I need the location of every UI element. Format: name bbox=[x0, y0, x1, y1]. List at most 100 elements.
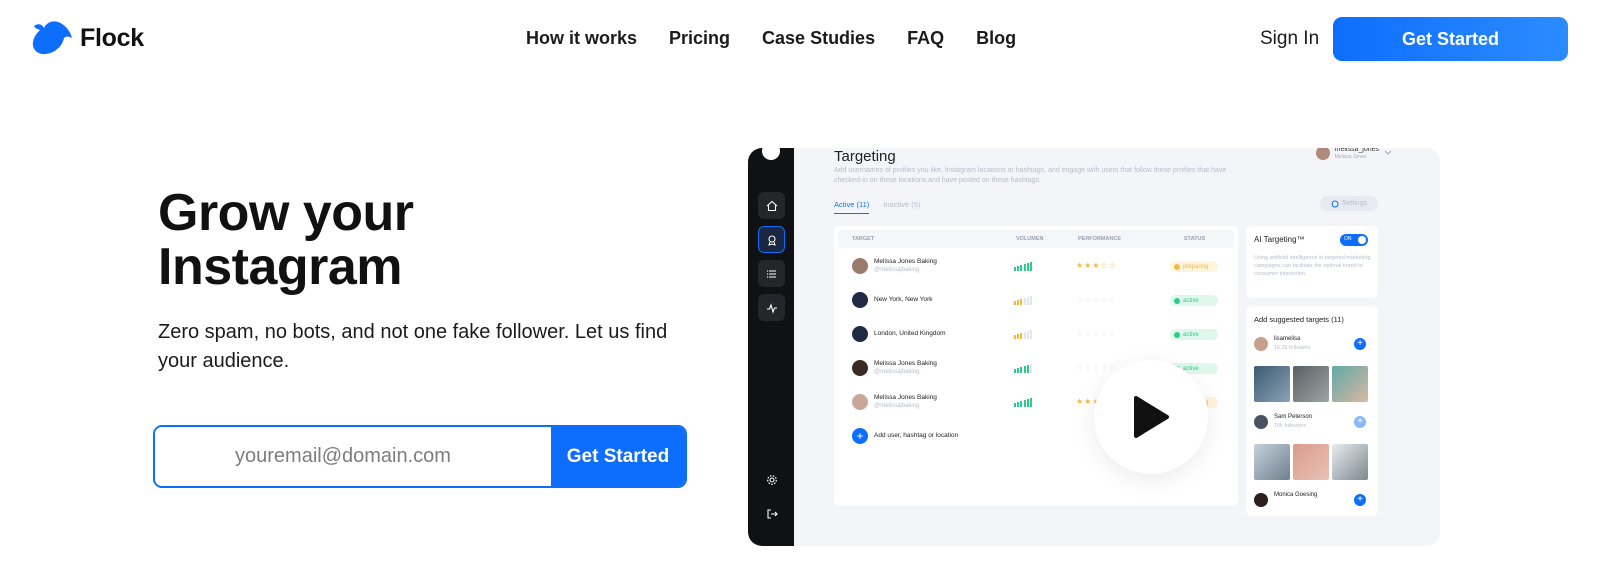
row-handle: @melissajbaking bbox=[874, 403, 920, 409]
suggested-name: Sam Peterson bbox=[1274, 414, 1313, 420]
table-header: TARGET VOLUMEN PERFORMANCE STATUS bbox=[838, 230, 1234, 248]
ai-targeting-title: AI Targeting™ bbox=[1254, 235, 1305, 244]
row-name: London, United Kingdom bbox=[874, 330, 946, 337]
volume-bars bbox=[1014, 364, 1032, 373]
home-icon[interactable] bbox=[758, 192, 785, 219]
tab-inactive[interactable]: Inactive (5) bbox=[883, 200, 920, 214]
targets-table: TARGET VOLUMEN PERFORMANCE STATUS Meliss… bbox=[834, 226, 1238, 506]
avatar bbox=[852, 360, 868, 376]
row-name: New York, New York bbox=[874, 296, 933, 303]
volume-bars bbox=[1014, 398, 1032, 407]
suggested-name: Monica Goesing bbox=[1274, 492, 1318, 498]
targeting-icon[interactable] bbox=[758, 226, 785, 253]
suggested-item: Monica Goesing + bbox=[1254, 492, 1370, 510]
ai-targeting-card: AI Targeting™ ON Using artificial intell… bbox=[1246, 226, 1378, 298]
nav-link-pricing[interactable]: Pricing bbox=[669, 28, 730, 49]
add-target-label: Add user, hashtag or location bbox=[874, 432, 959, 439]
mock-user-sub: Melissa Jones bbox=[1334, 154, 1367, 160]
list-icon[interactable] bbox=[758, 260, 785, 287]
thumbnail bbox=[1332, 444, 1368, 480]
thumbnail bbox=[1293, 366, 1329, 402]
mock-settings-button[interactable]: Settings bbox=[1320, 196, 1378, 211]
ai-targeting-text: Using artificial intelligence in targete… bbox=[1254, 255, 1371, 277]
status-label: active bbox=[1183, 297, 1199, 304]
dashboard-preview: Targeting Add usernames of profiles you … bbox=[748, 148, 1440, 546]
nav-link-faq[interactable]: FAQ bbox=[907, 28, 944, 49]
avatar bbox=[852, 394, 868, 410]
logout-icon[interactable] bbox=[758, 500, 785, 527]
status-label: preparing bbox=[1183, 263, 1209, 270]
col-volumen[interactable]: VOLUMEN bbox=[1016, 236, 1044, 242]
row-name: Melissa Jones Baking bbox=[874, 394, 937, 401]
performance-stars: ☆☆☆☆☆ bbox=[1076, 329, 1117, 338]
suggested-item: Sam Peterson 15k followers + bbox=[1254, 414, 1370, 432]
hero-title-line1: Grow your bbox=[158, 184, 414, 242]
activity-icon[interactable] bbox=[758, 294, 785, 321]
sign-in-link[interactable]: Sign In bbox=[1260, 28, 1319, 50]
volume-bars bbox=[1014, 330, 1032, 339]
status-badge: active bbox=[1170, 329, 1218, 340]
col-performance[interactable]: PERFORMANCE bbox=[1078, 236, 1121, 242]
signup-form: Get Started bbox=[153, 425, 687, 488]
table-row[interactable]: New York, New York ☆☆☆☆☆ active bbox=[852, 290, 1232, 312]
row-handle: @melissajbaking bbox=[874, 267, 920, 273]
toggle-label: ON bbox=[1344, 236, 1352, 242]
add-suggested-button[interactable]: + bbox=[1354, 416, 1366, 428]
logo-text: Flock bbox=[80, 23, 144, 52]
row-handle: @melissajbaking bbox=[874, 369, 920, 375]
performance-stars: ☆☆☆☆☆ bbox=[1076, 363, 1117, 372]
nav-link-case-studies[interactable]: Case Studies bbox=[762, 28, 875, 49]
mock-user-menu[interactable]: melissa_jones Melissa Jones bbox=[1315, 148, 1392, 160]
location-pin-icon bbox=[852, 292, 868, 308]
play-icon bbox=[1134, 396, 1169, 438]
gear-icon[interactable] bbox=[758, 466, 785, 493]
mock-sidebar bbox=[748, 148, 794, 546]
col-target: TARGET bbox=[852, 236, 875, 242]
hero-title: Grow your Instagram bbox=[158, 186, 414, 294]
performance-stars: ☆☆☆☆☆ bbox=[1076, 295, 1117, 304]
add-suggested-button[interactable]: + bbox=[1354, 338, 1366, 350]
avatar bbox=[1315, 148, 1330, 160]
get-started-button[interactable]: Get Started bbox=[1333, 17, 1568, 61]
row-name: Melissa Jones Baking bbox=[874, 360, 937, 367]
top-nav: Flock How it works Pricing Case Studies … bbox=[0, 0, 1600, 80]
location-pin-icon bbox=[852, 326, 868, 342]
avatar bbox=[1254, 415, 1268, 429]
suggested-sub: 16.2k followers bbox=[1274, 345, 1311, 351]
thumbnail bbox=[1332, 366, 1368, 402]
tab-active[interactable]: Active (11) bbox=[834, 200, 870, 214]
table-row[interactable]: London, United Kingdom ☆☆☆☆☆ active bbox=[852, 324, 1232, 346]
gear-icon bbox=[1331, 200, 1339, 207]
mock-description: Add usernames of profiles you like, Inst… bbox=[834, 167, 1227, 184]
ai-targeting-toggle[interactable]: ON bbox=[1340, 234, 1368, 246]
col-status: STATUS bbox=[1184, 236, 1206, 242]
row-name: Melissa Jones Baking bbox=[874, 258, 937, 265]
thumbnail bbox=[1254, 366, 1290, 402]
avatar bbox=[1254, 493, 1268, 507]
bird-logo-icon bbox=[32, 21, 72, 55]
email-input[interactable] bbox=[155, 427, 551, 486]
hero-title-line2: Instagram bbox=[158, 238, 403, 296]
suggested-thumbs bbox=[1254, 366, 1368, 402]
mock-logo-dot bbox=[762, 148, 780, 160]
nav-links: How it works Pricing Case Studies FAQ Bl… bbox=[526, 28, 1016, 49]
logo[interactable]: Flock bbox=[32, 20, 144, 56]
table-row[interactable]: Melissa Jones Baking @melissajbaking ★★★… bbox=[852, 256, 1232, 278]
nav-link-blog[interactable]: Blog bbox=[976, 28, 1016, 49]
add-suggested-button[interactable]: + bbox=[1354, 494, 1366, 506]
status-badge: preparing bbox=[1170, 261, 1218, 272]
status-label: active bbox=[1183, 331, 1199, 338]
status-badge: active bbox=[1170, 295, 1218, 306]
performance-stars: ★★★☆☆ bbox=[1076, 261, 1117, 270]
play-video-button[interactable] bbox=[1094, 360, 1208, 474]
suggested-title: Add suggested targets (11) bbox=[1254, 315, 1344, 324]
suggested-name: lisamelisa bbox=[1274, 336, 1301, 342]
suggested-item: lisamelisa 16.2k followers + bbox=[1254, 336, 1370, 354]
suggested-thumbs bbox=[1254, 444, 1368, 480]
suggested-sub: 15k followers bbox=[1274, 423, 1307, 429]
chevron-down-icon bbox=[1384, 150, 1392, 155]
mock-tabs: Active (11) Inactive (5) bbox=[834, 200, 920, 214]
signup-submit-button[interactable]: Get Started bbox=[551, 427, 685, 486]
nav-link-how-it-works[interactable]: How it works bbox=[526, 28, 637, 49]
settings-label: Settings bbox=[1341, 200, 1368, 207]
